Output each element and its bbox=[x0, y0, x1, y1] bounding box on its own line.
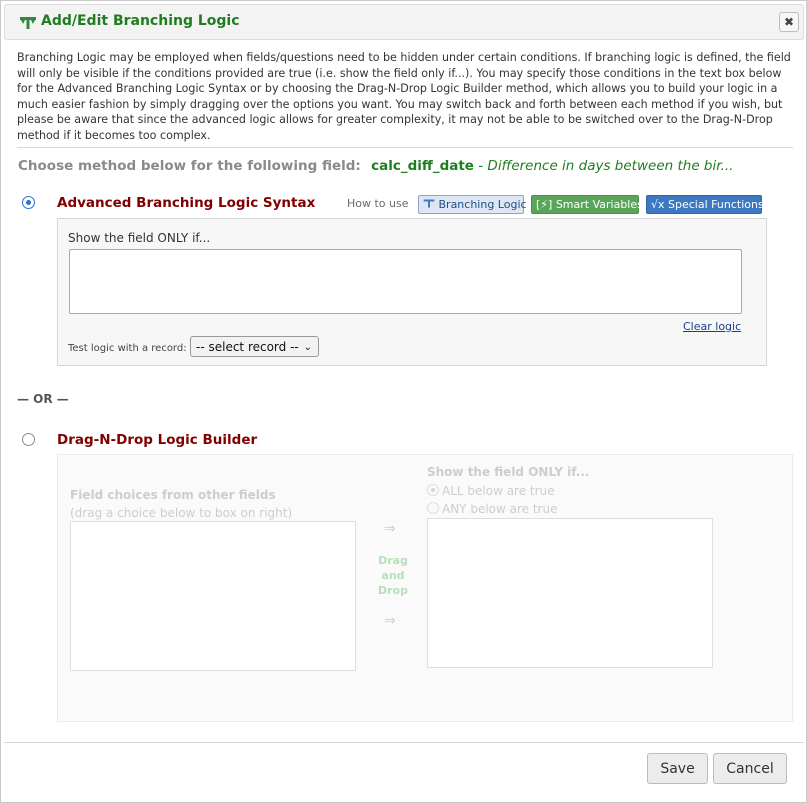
close-icon: ✖ bbox=[783, 15, 795, 29]
branching-logic-help-button[interactable]: Branching Logic bbox=[418, 195, 527, 214]
field-variable-name: calc_diff_date bbox=[371, 158, 474, 174]
all-true-label: ALL below are true bbox=[442, 484, 555, 498]
cancel-button[interactable]: Cancel bbox=[713, 753, 787, 784]
any-true-label: ANY below are true bbox=[442, 502, 558, 516]
special-functions-label: Special Functions bbox=[668, 198, 764, 211]
branch-icon bbox=[423, 199, 435, 208]
any-true-radio[interactable] bbox=[427, 502, 439, 514]
advanced-logic-panel: Show the field ONLY if... Clear logic Te… bbox=[57, 218, 767, 366]
clear-logic-link[interactable]: Clear logic bbox=[683, 320, 741, 333]
drop-word: Drop bbox=[378, 584, 408, 597]
bolt-icon: [⚡] bbox=[536, 198, 553, 211]
right-arrow-icon: ⇒ bbox=[384, 613, 396, 629]
close-button[interactable]: ✖ bbox=[779, 12, 799, 32]
or-separator: — OR — bbox=[17, 392, 69, 406]
and-word: and bbox=[381, 569, 405, 582]
branching-logic-dialog: Add/Edit Branching Logic ✖ Branching Log… bbox=[0, 0, 807, 803]
footer-divider bbox=[4, 742, 804, 743]
advanced-syntax-title: Advanced Branching Logic Syntax bbox=[57, 195, 316, 211]
dnd-show-field-only-if-label: Show the field ONLY if... bbox=[427, 465, 590, 479]
record-select[interactable]: -- select record -- ⌄ bbox=[190, 336, 319, 357]
special-functions-button[interactable]: √x Special Functions bbox=[646, 195, 764, 214]
any-true-option[interactable]: ANY below are true bbox=[427, 502, 557, 516]
chevron-down-icon: ⌄ bbox=[303, 342, 312, 353]
drag-and-drop-hint: Drag and Drop bbox=[374, 553, 412, 598]
drag-n-drop-title: Drag-N-Drop Logic Builder bbox=[57, 432, 258, 448]
record-select-value: -- select record -- bbox=[196, 340, 299, 354]
choose-method-label: Choose method below for the following fi… bbox=[18, 158, 361, 174]
branching-logic-help-label: Branching Logic bbox=[438, 198, 527, 211]
drag-n-drop-radio[interactable] bbox=[22, 433, 35, 446]
save-button[interactable]: Save bbox=[647, 753, 708, 784]
dialog-title: Add/Edit Branching Logic bbox=[41, 13, 240, 29]
field-choices-list[interactable] bbox=[70, 521, 356, 671]
how-to-use-label: How to use bbox=[347, 197, 409, 210]
right-arrow-icon: ⇒ bbox=[384, 521, 396, 537]
test-logic-label: Test logic with a record: bbox=[68, 343, 187, 354]
dialog-titlebar: Add/Edit Branching Logic ✖ bbox=[4, 4, 804, 40]
field-label: - Difference in days between the bir... bbox=[478, 158, 734, 174]
intro-text: Branching Logic may be employed when fie… bbox=[17, 51, 791, 142]
drag-word: Drag bbox=[378, 554, 408, 567]
logic-textarea[interactable] bbox=[69, 249, 742, 314]
all-true-radio[interactable] bbox=[427, 484, 439, 496]
show-field-only-if-label: Show the field ONLY if... bbox=[68, 231, 211, 245]
smart-variables-button[interactable]: [⚡] Smart Variables bbox=[531, 195, 643, 214]
field-choices-title: Field choices from other fields bbox=[70, 488, 276, 502]
advanced-syntax-radio[interactable] bbox=[22, 196, 35, 209]
smart-variables-label: Smart Variables bbox=[555, 198, 643, 211]
drag-n-drop-panel: Field choices from other fields (drag a … bbox=[57, 454, 793, 722]
divider bbox=[17, 147, 793, 148]
field-method-heading: Choose method below for the following fi… bbox=[18, 158, 733, 174]
branch-icon bbox=[20, 17, 36, 29]
all-true-option[interactable]: ALL below are true bbox=[427, 484, 555, 498]
square-root-icon: √x bbox=[651, 198, 665, 211]
field-choices-hint: (drag a choice below to box on right) bbox=[70, 506, 293, 520]
logic-drop-box[interactable] bbox=[427, 518, 713, 668]
